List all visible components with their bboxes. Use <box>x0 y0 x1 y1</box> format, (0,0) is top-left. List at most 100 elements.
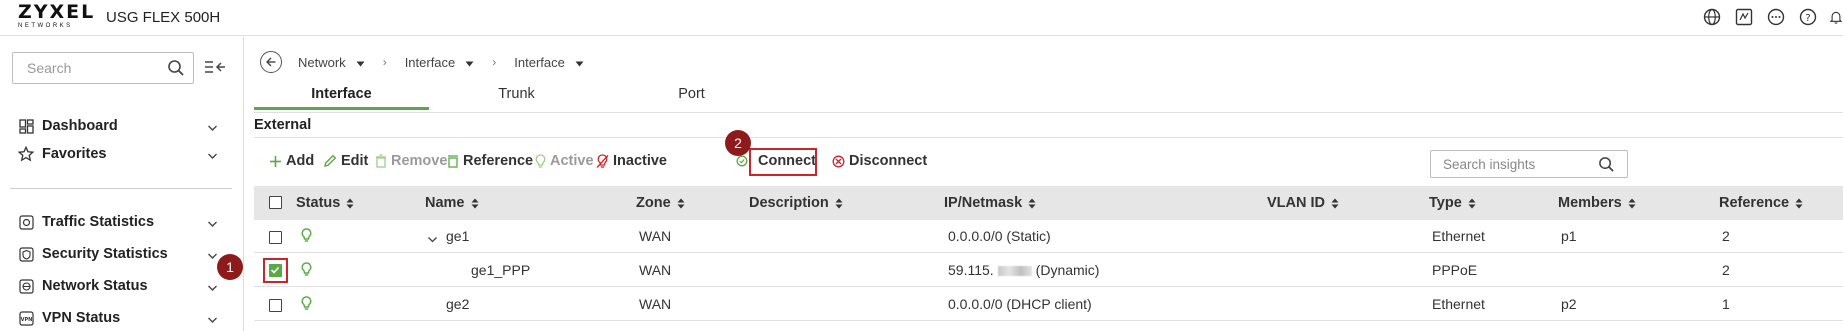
inactive-button[interactable]: Inactive <box>596 153 667 169</box>
disconnect-icon <box>832 155 845 168</box>
column-ip-netmask[interactable]: IP/Netmask <box>944 195 1036 211</box>
chevron-down-icon <box>207 248 218 264</box>
bulb-icon <box>535 153 546 169</box>
sidebar-search-input[interactable] <box>27 60 157 76</box>
cell-name: ge1_PPP <box>471 262 531 278</box>
sort-icon[interactable] <box>1028 198 1036 209</box>
reference-icon <box>447 154 459 168</box>
sidebar-item-dashboard[interactable]: Dashboard <box>18 113 228 139</box>
sidebar-item-traffic-statistics[interactable]: Traffic Statistics <box>18 209 228 235</box>
disconnect-button[interactable]: Disconnect <box>832 153 927 169</box>
column-zone[interactable]: Zone <box>636 195 685 211</box>
more-icon[interactable] <box>1765 6 1787 28</box>
add-button[interactable]: Add <box>269 153 314 169</box>
cell-name: ge2 <box>446 296 470 312</box>
sidebar-item-vpn-status[interactable]: VPN VPN Status <box>18 305 228 331</box>
star-icon <box>18 146 34 162</box>
tabs-divider <box>254 112 1843 113</box>
sort-icon[interactable] <box>471 198 479 209</box>
edit-button[interactable]: Edit <box>323 153 368 169</box>
column-reference[interactable]: Reference <box>1719 195 1803 211</box>
select-all-checkbox[interactable] <box>269 196 282 209</box>
logo-text: ZYXEL <box>18 1 96 23</box>
collapse-sidebar-icon[interactable] <box>204 59 226 80</box>
column-type[interactable]: Type <box>1429 195 1476 211</box>
sidebar-item-label: Security Statistics <box>42 246 168 262</box>
caret-down-icon[interactable] <box>465 55 474 70</box>
table-row-selected[interactable]: 1 ge1_PPP WAN 59.115. (Dynamic) PPPoE 2 <box>217 254 1843 287</box>
column-label: Zone <box>636 195 671 211</box>
chevron-down-icon <box>207 312 218 328</box>
inactive-label: Inactive <box>613 153 667 169</box>
cell-ip-netmask: 0.0.0.0/0 (DHCP client) <box>948 296 1092 312</box>
cell-ip-netmask: 0.0.0.0/0 (Static) <box>948 228 1051 244</box>
insights-search-input[interactable] <box>1443 157 1593 172</box>
sort-icon[interactable] <box>1628 198 1636 209</box>
cell-zone: WAN <box>639 296 672 312</box>
breadcrumb-label: Interface <box>514 54 565 70</box>
insights-search[interactable] <box>1430 150 1628 178</box>
search-icon[interactable] <box>1598 156 1615 178</box>
tab-interface[interactable]: Interface <box>254 84 429 110</box>
terminal-icon[interactable] <box>1733 6 1755 28</box>
column-status[interactable]: Status <box>296 195 354 211</box>
tab-port[interactable]: Port <box>604 84 779 110</box>
tab-trunk[interactable]: Trunk <box>429 84 604 110</box>
zyxel-logo[interactable]: ZYXEL NETWORKS <box>18 1 96 32</box>
network-icon <box>18 278 34 294</box>
help-icon[interactable]: ? <box>1797 6 1819 28</box>
top-icons: ? <box>1701 6 1843 28</box>
column-label: Status <box>296 195 341 211</box>
section-title: External <box>254 117 312 133</box>
svg-text:?: ? <box>1805 13 1810 24</box>
toolbar: Add Edit Remove Reference Active Inactiv… <box>254 130 1843 186</box>
bulb-status-icon <box>301 228 312 248</box>
sidebar-item-label: Traffic Statistics <box>42 214 155 230</box>
active-button[interactable]: Active <box>535 153 594 169</box>
breadcrumb-interface-sub[interactable]: Interface <box>514 55 602 70</box>
row-checkbox-checked[interactable] <box>269 264 282 277</box>
breadcrumb-network[interactable]: Network <box>298 55 383 70</box>
sort-icon[interactable] <box>1795 198 1803 209</box>
plus-icon <box>269 155 282 168</box>
row-checkbox[interactable] <box>269 231 282 244</box>
caret-down-icon[interactable] <box>356 55 365 70</box>
sort-icon[interactable] <box>677 198 685 209</box>
cell-zone: WAN <box>639 262 672 278</box>
table-row[interactable]: ge2 WAN 0.0.0.0/0 (DHCP client) Ethernet… <box>254 288 1843 321</box>
bell-icon[interactable] <box>1829 6 1843 28</box>
sidebar-item-favorites[interactable]: Favorites <box>18 141 228 167</box>
sort-icon[interactable] <box>835 198 843 209</box>
row-checkbox[interactable] <box>269 299 282 312</box>
security-icon <box>18 246 34 262</box>
column-label: VLAN ID <box>1267 195 1325 211</box>
sidebar-item-network-status[interactable]: Network Status <box>18 273 228 299</box>
search-icon[interactable] <box>167 59 185 82</box>
expand-chevron-icon[interactable] <box>427 231 438 249</box>
column-members[interactable]: Members <box>1558 195 1636 211</box>
reference-button[interactable]: Reference <box>447 153 533 169</box>
globe-icon[interactable] <box>1701 6 1723 28</box>
cell-reference: 2 <box>1722 262 1730 278</box>
sort-icon[interactable] <box>346 198 354 209</box>
sidebar-item-security-statistics[interactable]: Security Statistics <box>18 241 228 267</box>
bulb-status-icon <box>301 262 312 282</box>
caret-down-icon[interactable] <box>575 55 584 70</box>
trash-icon <box>375 154 387 168</box>
sidebar-search[interactable] <box>12 52 194 84</box>
sort-icon[interactable] <box>1331 198 1339 209</box>
pencil-icon <box>323 154 337 168</box>
remove-button[interactable]: Remove <box>375 153 447 169</box>
sort-icon[interactable] <box>1468 198 1476 209</box>
cell-name: ge1 <box>446 228 470 244</box>
add-label: Add <box>286 153 315 169</box>
back-arrow-icon[interactable] <box>260 51 282 73</box>
column-label: Description <box>749 195 829 211</box>
column-vlan-id[interactable]: VLAN ID <box>1267 195 1339 211</box>
column-description[interactable]: Description <box>749 195 843 211</box>
column-label: Type <box>1429 195 1462 211</box>
breadcrumb-interface[interactable]: Interface <box>405 55 493 70</box>
column-name[interactable]: Name <box>425 195 479 211</box>
chevron-right-icon: › <box>382 55 387 69</box>
table-row[interactable]: ge1 WAN 0.0.0.0/0 (Static) Ethernet p1 2 <box>254 220 1843 253</box>
